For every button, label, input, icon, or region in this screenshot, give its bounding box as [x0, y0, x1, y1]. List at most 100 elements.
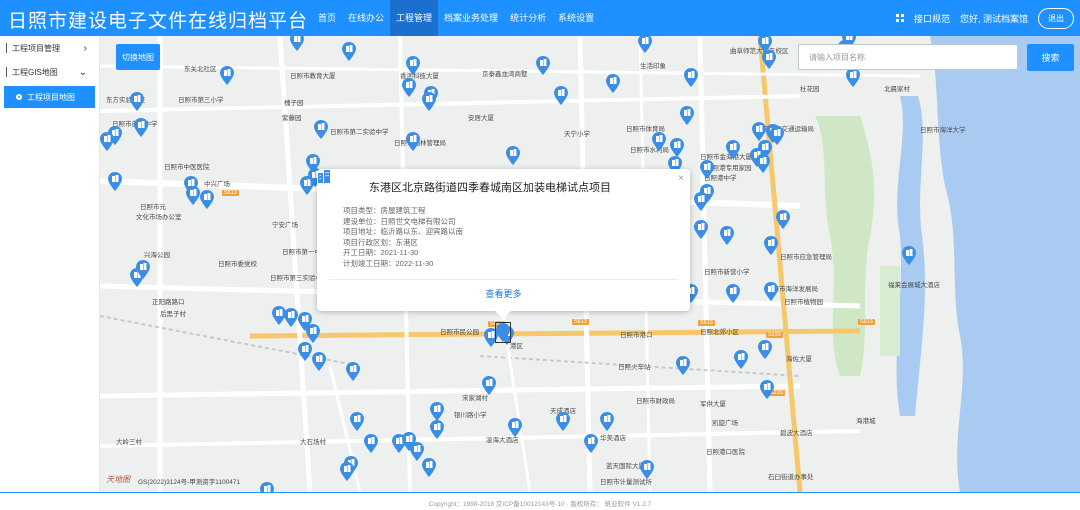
search-button[interactable]: 搜索	[1027, 44, 1074, 71]
selected-project-marker-icon[interactable]	[495, 322, 511, 343]
project-marker-icon[interactable]	[606, 74, 620, 93]
project-marker-icon[interactable]	[342, 42, 356, 61]
project-marker-icon[interactable]	[734, 350, 748, 369]
project-marker-icon[interactable]	[684, 68, 698, 87]
map-label: 日照市委党校	[218, 261, 257, 268]
map-label: 碧波大酒店	[780, 430, 813, 437]
project-marker-icon[interactable]	[846, 68, 860, 87]
project-marker-icon[interactable]	[700, 160, 714, 179]
grid-icon[interactable]	[895, 14, 904, 22]
project-marker-icon[interactable]	[554, 86, 568, 105]
map-label: 日照市海洋大学	[920, 127, 966, 134]
map-label: 日照市第二实验中学	[330, 129, 389, 136]
map-label: 日照市第三小学	[178, 97, 224, 104]
project-marker-icon[interactable]	[134, 118, 148, 137]
project-marker-icon[interactable]	[752, 122, 766, 141]
project-marker-icon[interactable]	[640, 460, 654, 479]
user-greeting[interactable]: 您好, 测试档案馆	[960, 12, 1028, 25]
project-marker-icon[interactable]	[506, 146, 520, 165]
map-label: 福莱会展城大酒店	[888, 282, 940, 289]
project-marker-icon[interactable]	[764, 236, 778, 255]
project-marker-icon[interactable]	[762, 50, 776, 69]
project-marker-icon[interactable]	[364, 434, 378, 453]
project-marker-icon[interactable]	[760, 380, 774, 399]
project-search-input[interactable]	[798, 44, 1018, 70]
project-marker-icon[interactable]	[758, 340, 772, 359]
project-marker-icon[interactable]	[136, 260, 150, 279]
project-marker-icon[interactable]	[764, 282, 778, 301]
project-marker-icon[interactable]	[340, 462, 354, 481]
sidebar-subitem-project-map[interactable]: 工程项目地图	[4, 86, 95, 108]
project-marker-icon[interactable]	[584, 434, 598, 453]
chevron-right-icon: ›	[83, 42, 87, 54]
map-label: 凯旋广场	[712, 420, 738, 427]
project-marker-icon[interactable]	[680, 106, 694, 125]
nav-archive-business[interactable]: 档案业务处理	[438, 0, 504, 36]
map-label: 日照市民公园	[440, 329, 479, 336]
project-marker-icon[interactable]	[670, 138, 684, 157]
project-marker-icon[interactable]	[406, 56, 420, 75]
project-marker-icon[interactable]	[402, 78, 416, 97]
project-marker-icon[interactable]	[638, 36, 652, 53]
project-marker-icon[interactable]	[770, 126, 784, 145]
project-marker-icon[interactable]	[756, 154, 770, 173]
view-more-link[interactable]: 查看更多	[317, 287, 690, 300]
nav-project-management[interactable]: 工程管理	[390, 0, 439, 36]
project-marker-icon[interactable]	[902, 246, 916, 265]
project-marker-icon[interactable]	[220, 66, 234, 85]
app-title: 日照市建设电子文件在线归档平台	[8, 11, 309, 32]
project-marker-icon[interactable]	[406, 132, 420, 151]
project-marker-icon[interactable]	[200, 190, 214, 209]
map-label: 日照市应急管理局	[780, 254, 832, 261]
project-marker-icon[interactable]	[186, 186, 200, 205]
road-shield: S613	[858, 319, 875, 325]
project-marker-icon[interactable]	[306, 324, 320, 343]
sidebar-item-gis-map[interactable]: 工程GIS地图 ⌄	[0, 60, 99, 84]
api-spec-link[interactable]: 接口规范	[914, 12, 950, 25]
project-marker-icon[interactable]	[676, 356, 690, 375]
project-marker-icon[interactable]	[346, 362, 360, 381]
project-marker-icon[interactable]	[776, 210, 790, 229]
project-marker-icon[interactable]	[108, 172, 122, 191]
switch-map-button[interactable]: 切换地图	[116, 44, 160, 70]
map-label: 后黑子村	[160, 311, 186, 318]
project-marker-icon[interactable]	[260, 482, 274, 492]
project-marker-icon[interactable]	[430, 420, 444, 439]
nav-home[interactable]: 首页	[312, 0, 342, 36]
project-marker-icon[interactable]	[422, 458, 436, 477]
project-marker-icon[interactable]	[482, 376, 496, 395]
project-marker-icon[interactable]	[290, 36, 304, 51]
project-marker-icon[interactable]	[720, 226, 734, 245]
project-marker-icon[interactable]	[130, 92, 144, 111]
project-marker-icon[interactable]	[726, 284, 740, 303]
nav-statistics[interactable]: 统计分析	[504, 0, 552, 36]
main-nav: 首页 在线办公 工程管理 档案业务处理 统计分析 系统设置	[312, 0, 600, 36]
project-marker-icon[interactable]	[430, 402, 444, 421]
project-marker-icon[interactable]	[536, 56, 550, 75]
sidebar-item-project-management[interactable]: 工程项目管理 ›	[0, 36, 99, 60]
sidebar-subitem-label: 工程项目地图	[27, 92, 75, 102]
field-start-date: 开工日期：2021-11-30	[343, 248, 419, 257]
logout-button[interactable]: 退出	[1038, 7, 1074, 29]
project-marker-icon[interactable]	[284, 308, 298, 327]
map-canvas[interactable]: 东关北社区 日照市教育大厦 香河科技大厦 京泰鑫龙湾商墅 生活印象 曲阜师范大学…	[100, 36, 1080, 492]
nav-online-office[interactable]: 在线办公	[342, 0, 390, 36]
project-marker-icon[interactable]	[422, 92, 436, 111]
project-marker-icon[interactable]	[314, 120, 328, 139]
project-marker-icon[interactable]	[508, 418, 522, 437]
project-marker-icon[interactable]	[726, 140, 740, 159]
project-marker-icon[interactable]	[556, 412, 570, 431]
project-marker-icon[interactable]	[600, 412, 614, 431]
project-marker-icon[interactable]	[694, 220, 708, 239]
road-shield: S613	[572, 319, 589, 325]
project-marker-icon[interactable]	[298, 342, 312, 361]
nav-system-settings[interactable]: 系统设置	[552, 0, 600, 36]
close-icon[interactable]: ×	[678, 173, 684, 184]
sidebar-item-label: 工程GIS地图	[12, 67, 58, 77]
project-marker-icon[interactable]	[652, 132, 666, 151]
project-marker-icon[interactable]	[312, 352, 326, 371]
project-marker-icon[interactable]	[350, 412, 364, 431]
project-marker-icon[interactable]	[100, 132, 114, 151]
map-label: 大石场村	[300, 439, 326, 446]
project-marker-icon[interactable]	[694, 192, 708, 211]
